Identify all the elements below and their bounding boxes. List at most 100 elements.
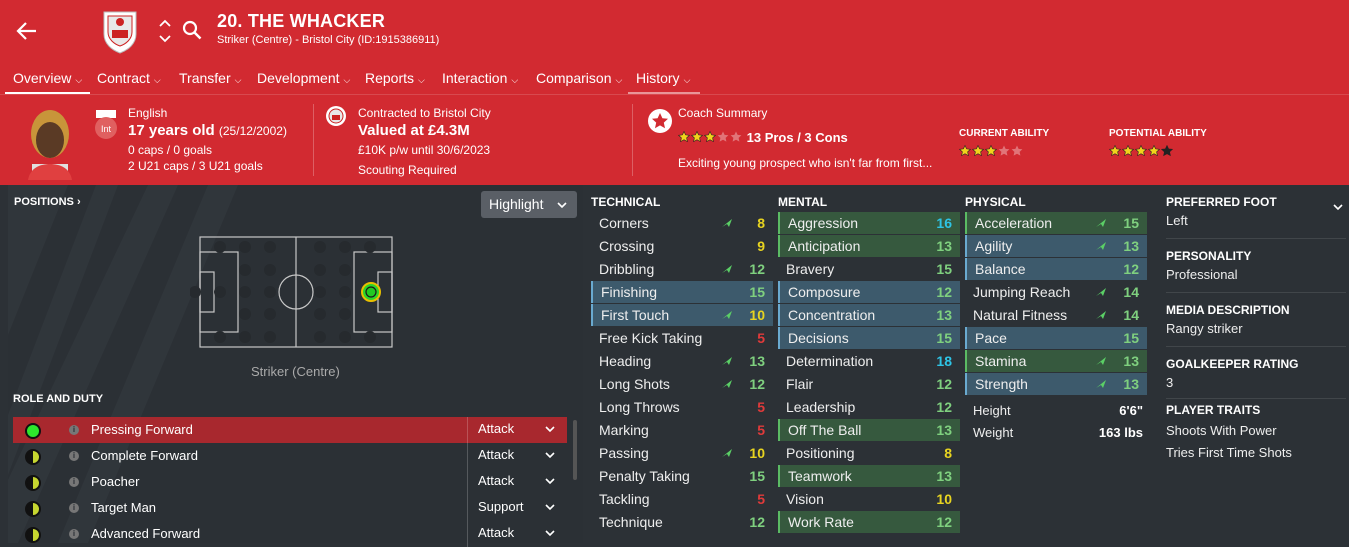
role-row[interactable]: i Target Man Support bbox=[13, 495, 567, 521]
attribute-name: Acceleration bbox=[975, 215, 1053, 231]
duty-dropdown[interactable]: Support bbox=[467, 495, 567, 521]
role-row[interactable]: i Poacher Attack bbox=[13, 469, 567, 495]
role-name: Target Man bbox=[91, 500, 157, 515]
attribute-row[interactable]: Stamina 13 bbox=[965, 350, 1147, 372]
attribute-row[interactable]: Composure 12 bbox=[778, 281, 960, 303]
chevron-down-icon: ⌵ bbox=[75, 75, 83, 85]
tab-development[interactable]: Development ⌵ bbox=[257, 70, 350, 86]
attribute-row[interactable]: Long Throws 5 bbox=[591, 396, 773, 418]
chevron-right-icon: › bbox=[76, 196, 81, 208]
attribute-name: Free Kick Taking bbox=[599, 330, 703, 346]
attribute-row[interactable]: Technique 12 bbox=[591, 511, 773, 533]
height-value: 6'6" bbox=[1119, 403, 1143, 418]
attribute-value: 15 bbox=[1123, 330, 1139, 346]
attribute-name: Vision bbox=[786, 491, 824, 507]
attribute-row[interactable]: Off The Ball 13 bbox=[778, 419, 960, 441]
trait-item: Shoots With Power bbox=[1166, 423, 1277, 438]
info-icon[interactable]: i bbox=[69, 451, 79, 461]
attribute-name: Teamwork bbox=[788, 468, 852, 484]
info-icon[interactable]: i bbox=[69, 425, 79, 435]
info-icon[interactable]: i bbox=[69, 503, 79, 513]
attribute-value: 5 bbox=[757, 422, 765, 438]
info-icon[interactable]: i bbox=[69, 529, 79, 539]
chevron-down-icon: ⌵ bbox=[418, 75, 425, 85]
attribute-row[interactable]: Aggression 16 bbox=[778, 212, 960, 234]
personality: PERSONALITY Professional bbox=[1166, 249, 1252, 282]
attribute-row[interactable]: Acceleration 15 bbox=[965, 212, 1147, 234]
attribute-row[interactable]: Free Kick Taking 5 bbox=[591, 327, 773, 349]
chevron-down-icon: ⌵ bbox=[234, 75, 242, 85]
attribute-value: 10 bbox=[749, 445, 765, 461]
coach-rating[interactable]: 13 Pros / 3 Cons bbox=[678, 130, 848, 145]
attribute-row[interactable]: Work Rate 12 bbox=[778, 511, 960, 533]
attribute-row[interactable]: Determination 18 bbox=[778, 350, 960, 372]
role-row[interactable]: i Pressing Forward Attack bbox=[13, 417, 567, 443]
attribute-row[interactable]: Penalty Taking 15 bbox=[591, 465, 773, 487]
tab-history[interactable]: History ⌵ bbox=[636, 70, 690, 86]
duty-dropdown[interactable]: Attack bbox=[467, 443, 567, 469]
info-icon[interactable]: i bbox=[69, 477, 79, 487]
highlight-dropdown[interactable]: Highlight bbox=[481, 191, 577, 218]
attribute-row[interactable]: Concentration 13 bbox=[778, 304, 960, 326]
attribute-row[interactable]: Tackling 5 bbox=[591, 488, 773, 510]
duty-label: Attack bbox=[478, 525, 515, 540]
attribute-row[interactable]: Dribbling 12 bbox=[591, 258, 773, 280]
attribute-row[interactable]: Pace 15 bbox=[965, 327, 1147, 349]
attribute-row[interactable]: Bravery 15 bbox=[778, 258, 960, 280]
attribute-row[interactable]: Natural Fitness 14 bbox=[965, 304, 1147, 326]
attribute-value: 13 bbox=[936, 468, 952, 484]
role-row[interactable]: i Complete Forward Attack bbox=[13, 443, 567, 469]
positions-title[interactable]: POSITIONS › bbox=[14, 196, 81, 208]
chevron-down-icon: ⌵ bbox=[615, 75, 623, 85]
attribute-row[interactable]: Vision 10 bbox=[778, 488, 960, 510]
role-row[interactable]: i Advanced Forward Attack bbox=[13, 521, 567, 547]
duty-dropdown[interactable]: Attack bbox=[467, 469, 567, 495]
star-filled-icon bbox=[1135, 145, 1147, 157]
attribute-row[interactable]: Decisions 15 bbox=[778, 327, 960, 349]
attribute-name: Crossing bbox=[599, 238, 655, 254]
tab-transfer[interactable]: Transfer ⌵ bbox=[179, 70, 241, 86]
attribute-row[interactable]: Jumping Reach 14 bbox=[965, 281, 1147, 303]
attribute-row[interactable]: Marking 5 bbox=[591, 419, 773, 441]
tab-overview[interactable]: Overview ⌵ bbox=[13, 70, 82, 86]
attribute-row[interactable]: Leadership 12 bbox=[778, 396, 960, 418]
tab-interaction[interactable]: Interaction ⌵ bbox=[442, 70, 518, 86]
duty-label: Attack bbox=[478, 421, 515, 436]
duty-dropdown[interactable]: Attack bbox=[467, 417, 567, 443]
attribute-row[interactable]: First Touch 10 bbox=[591, 304, 773, 326]
attribute-row[interactable]: Crossing 9 bbox=[591, 235, 773, 257]
attribute-value: 13 bbox=[1123, 376, 1139, 392]
chevron-down-icon bbox=[545, 426, 555, 433]
role-list-scrollbar[interactable] bbox=[573, 420, 577, 480]
scouting-status: Scouting Required bbox=[358, 163, 457, 177]
search-icon[interactable] bbox=[182, 20, 202, 40]
attribute-row[interactable]: Heading 13 bbox=[591, 350, 773, 372]
attribute-row[interactable]: Balance 12 bbox=[965, 258, 1147, 280]
attribute-row[interactable]: Positioning 8 bbox=[778, 442, 960, 464]
attribute-row[interactable]: Anticipation 13 bbox=[778, 235, 960, 257]
role-name: Poacher bbox=[91, 474, 140, 489]
attribute-value: 18 bbox=[936, 353, 952, 369]
attribute-row[interactable]: Passing 10 bbox=[591, 442, 773, 464]
back-arrow-icon[interactable] bbox=[14, 18, 40, 44]
attribute-row[interactable]: Corners 8 bbox=[591, 212, 773, 234]
duty-dropdown[interactable]: Attack bbox=[467, 521, 567, 547]
tab-reports[interactable]: Reports ⌵ bbox=[365, 70, 425, 86]
tab-contract[interactable]: Contract ⌵ bbox=[97, 70, 161, 86]
club-crest-icon bbox=[103, 11, 137, 54]
attribute-row[interactable]: Teamwork 13 bbox=[778, 465, 960, 487]
attribute-row[interactable]: Flair 12 bbox=[778, 373, 960, 395]
attribute-row[interactable]: Finishing 15 bbox=[591, 281, 773, 303]
role-suitability-half-icon bbox=[25, 527, 41, 543]
tab-comparison[interactable]: Comparison ⌵ bbox=[536, 70, 622, 86]
attribute-value: 12 bbox=[749, 261, 765, 277]
potential-ability-label: POTENTIAL ABILITY bbox=[1109, 128, 1207, 139]
attribute-value: 8 bbox=[757, 215, 765, 231]
attribute-row[interactable]: Strength 13 bbox=[965, 373, 1147, 395]
up-down-chevron-icon[interactable] bbox=[158, 18, 172, 44]
chevron-down-icon[interactable] bbox=[1333, 203, 1343, 211]
role-name: Pressing Forward bbox=[91, 422, 193, 437]
star-filled-icon bbox=[704, 131, 716, 143]
attribute-row[interactable]: Agility 13 bbox=[965, 235, 1147, 257]
attribute-row[interactable]: Long Shots 12 bbox=[591, 373, 773, 395]
